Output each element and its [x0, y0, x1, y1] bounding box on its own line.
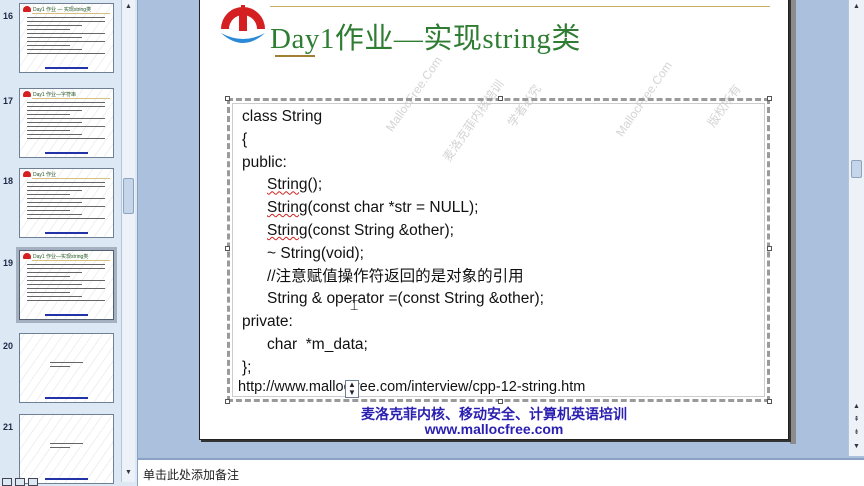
text-cursor-icon: ⌶ — [350, 297, 359, 313]
reference-url[interactable]: http://www.mallocfree.com/interview/cpp-… — [238, 379, 585, 395]
slide-thumbnail[interactable]: Day1 作业—实现string类 — [16, 247, 117, 323]
slide-thumbnail[interactable]: Day1 作业 — 实现string类 — [19, 3, 114, 73]
thumbnail-scroll-thumb[interactable] — [123, 178, 134, 214]
scroll-up-arrow-icon[interactable]: ▲ — [850, 0, 863, 13]
code-text[interactable]: class String{public: String(); String(cons… — [242, 106, 544, 380]
code-line[interactable]: String(const char *str = NULL); — [242, 197, 544, 220]
title-underline — [275, 55, 315, 57]
slide-thumbnail[interactable] — [19, 333, 114, 403]
presentation-app: 16 Day1 作业 — 实现string类 17 Day1 作业—字符串 18 Day1… — [0, 0, 864, 486]
code-line[interactable]: ~ String(void); — [242, 243, 544, 266]
slide-title[interactable]: Day1作业—实现string类 — [270, 15, 581, 57]
code-line[interactable]: { — [242, 129, 544, 152]
next-slide-icon[interactable]: ⇟ — [850, 426, 863, 439]
view-buttons — [0, 478, 60, 486]
code-line[interactable]: class String — [242, 106, 544, 129]
thumbnail-number: 19 — [3, 258, 14, 268]
normal-view-icon[interactable] — [2, 478, 12, 486]
code-line[interactable]: private: — [242, 311, 544, 334]
resize-handle[interactable] — [767, 96, 772, 101]
previous-slide-icon[interactable]: ⇞ — [850, 413, 863, 426]
notes-pane[interactable]: 单击此处添加备注 — [138, 458, 864, 486]
resize-handle[interactable] — [225, 246, 230, 251]
footer-website: www.mallocfree.com — [424, 421, 564, 437]
slide-thumbnail[interactable]: Day1 作业 — [19, 168, 114, 238]
scroll-up-arrow-icon[interactable]: ▲ — [850, 400, 863, 413]
resize-handle[interactable] — [767, 246, 772, 251]
code-line[interactable]: //注意赋值操作符返回的是对象的引用 — [242, 266, 544, 289]
thumbnail-title: Day1 作业—实现string类 — [33, 254, 89, 260]
code-line[interactable]: public: — [242, 152, 544, 175]
code-line[interactable]: char *m_data; — [242, 334, 544, 357]
code-line[interactable]: }; — [242, 357, 544, 380]
thumbnail-number: 20 — [3, 341, 14, 351]
code-textbox[interactable]: class String{public: String(); String(cons… — [225, 96, 772, 404]
thumbnail-title: Day1 作业—字符串 — [33, 92, 77, 98]
title-rule — [270, 6, 770, 7]
slideshow-view-icon[interactable] — [28, 478, 38, 486]
slide-sorter-view-icon[interactable] — [15, 478, 25, 486]
slide-scroll-thumb[interactable] — [851, 160, 862, 178]
slide-scrollbar[interactable]: ▲ ▲ ⇞ ⇟ ▼ — [848, 0, 864, 456]
thumbnail-scrollbar[interactable]: ▲ ▼ — [121, 0, 135, 482]
thumbnail-title: Day1 作业 — [33, 172, 57, 178]
mallocfree-logo-icon — [221, 5, 265, 43]
resize-handle[interactable] — [225, 96, 230, 101]
thumbnail-number: 18 — [3, 176, 14, 186]
thumbnail-title: Day1 作业 — 实现string类 — [33, 7, 92, 13]
slide-editor: Day1作业—实现string类 MallocFree.Com 麦洛克菲内核培训学… — [140, 0, 848, 456]
scroll-up-arrow-icon[interactable]: ▲ — [122, 0, 135, 13]
scroll-down-arrow-icon[interactable]: ▼ — [850, 440, 863, 453]
slide-thumbnail[interactable]: Day1 作业—字符串 — [19, 88, 114, 158]
thumbnail-number: 16 — [3, 11, 14, 21]
code-line[interactable]: String(); — [242, 174, 544, 197]
slide-thumbnail[interactable] — [19, 414, 114, 484]
resize-handle[interactable] — [498, 96, 503, 101]
code-line[interactable]: String(const String &other); — [242, 220, 544, 243]
current-slide[interactable]: Day1作业—实现string类 MallocFree.Com 麦洛克菲内核培训学… — [199, 0, 789, 440]
scroll-down-arrow-icon[interactable]: ▼ — [122, 466, 135, 479]
thumbnail-number: 17 — [3, 96, 14, 106]
code-line[interactable]: String & operator =(const String &other)… — [242, 288, 544, 311]
slide-thumbnail-panel: 16 Day1 作业 — 实现string类 17 Day1 作业—字符串 18 Day1… — [0, 0, 138, 486]
thumbnail-number: 21 — [3, 422, 14, 432]
autofit-options-icon[interactable]: ▲ ▼ — [345, 380, 359, 398]
notes-placeholder[interactable]: 单击此处添加备注 — [143, 466, 239, 483]
